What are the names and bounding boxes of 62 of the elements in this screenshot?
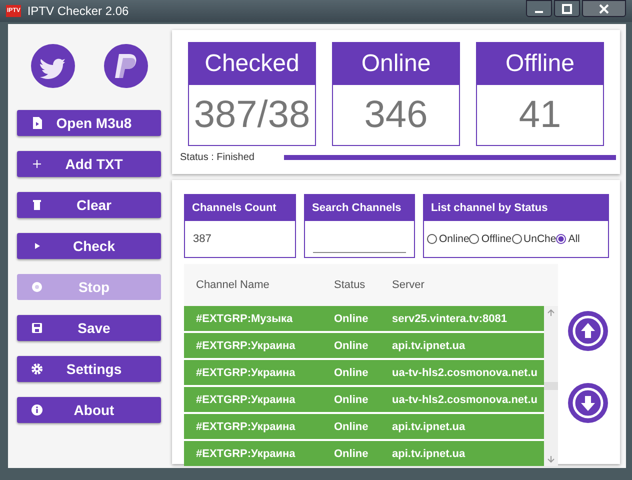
column-header: Status xyxy=(334,279,366,291)
close-button[interactable] xyxy=(582,0,626,17)
sidebar-button[interactable]: About xyxy=(17,397,161,423)
sidebar-button[interactable]: Check xyxy=(17,233,161,259)
stat-value: 387/38 xyxy=(192,92,312,138)
stat-value: 346 xyxy=(363,92,429,138)
sidebar-button[interactable]: Save xyxy=(17,315,161,341)
channels-count: 387 xyxy=(193,233,212,245)
window-title: IPTV Checker 2.06 xyxy=(27,4,130,18)
table-cell-text: api.tv.ipnet.ua xyxy=(392,420,466,432)
table-cell-text: #EXTGRP:Украина xyxy=(195,394,296,406)
status-radio[interactable]: All xyxy=(556,233,580,245)
table-cell-text: Online xyxy=(334,448,370,460)
sidebar-button[interactable]: Clear xyxy=(17,192,161,218)
table-cell-text: Online xyxy=(334,394,370,406)
card-title: Search Channels xyxy=(305,195,414,221)
stat-title: Offline xyxy=(477,43,603,85)
status-radio[interactable]: Offline xyxy=(469,233,512,245)
minimize-icon xyxy=(535,10,543,12)
table-cell-text: Online xyxy=(334,340,370,352)
table-cell-text: #EXTGRP:Украина xyxy=(195,448,296,460)
file-icon xyxy=(31,117,43,129)
sidebar-button[interactable]: Add TXT xyxy=(17,151,161,177)
info-icon xyxy=(31,404,43,416)
table-cell-text: api.tv.ipnet.ua xyxy=(392,340,466,352)
stat-value: 41 xyxy=(518,92,562,138)
table-cell-text: ua-tv-hls2.cosmonova.net.u xyxy=(392,394,538,406)
table-cell-text: serv25.vintera.tv:8081 xyxy=(392,312,508,324)
trash-icon xyxy=(31,199,43,211)
sidebar-button[interactable]: Settings xyxy=(17,356,161,382)
table-cell-text: #EXTGRP:Музыка xyxy=(195,312,294,324)
stat-title: Checked xyxy=(189,43,315,85)
table-cell-text: api.tv.ipnet.ua xyxy=(392,448,466,460)
scrollbar[interactable] xyxy=(544,306,558,466)
table-cell-text: Online xyxy=(334,312,370,324)
p-logo-icon[interactable] xyxy=(104,44,148,88)
arrow-down-circle-icon[interactable] xyxy=(567,382,609,424)
column-header: Channel Name xyxy=(195,279,270,291)
table-cell-text: #EXTGRP:Украина xyxy=(195,420,296,432)
sidebar-button[interactable]: Open M3u8 xyxy=(17,110,161,136)
table-cell-text: ua-tv-hls2.cosmonova.net.u xyxy=(392,366,538,378)
maximize-icon xyxy=(562,4,572,14)
arrow-up-circle-icon[interactable] xyxy=(567,310,609,352)
stat-title: Online xyxy=(333,43,459,85)
table-cell-text: #EXTGRP:Украина xyxy=(195,340,296,352)
bird-icon[interactable] xyxy=(30,44,74,88)
save-icon xyxy=(31,322,43,334)
table-cell-text: #EXTGRP:Украина xyxy=(195,366,296,378)
card-title: Channels Count xyxy=(185,195,295,221)
table-cell-text: Online xyxy=(334,420,370,432)
card-title: List channel by Status xyxy=(424,195,608,221)
gear-icon xyxy=(31,363,43,375)
plus-icon xyxy=(31,158,43,170)
stop-icon xyxy=(31,281,43,293)
status-radio[interactable]: UnChe xyxy=(512,233,556,245)
minimize-button[interactable] xyxy=(526,0,552,17)
table-cell-text: Online xyxy=(334,366,370,378)
column-header: Server xyxy=(392,279,426,291)
status-text: Status : Finished xyxy=(180,152,256,163)
maximize-button[interactable] xyxy=(554,0,580,17)
close-icon xyxy=(599,4,609,14)
status-radio[interactable]: Online xyxy=(427,233,470,245)
